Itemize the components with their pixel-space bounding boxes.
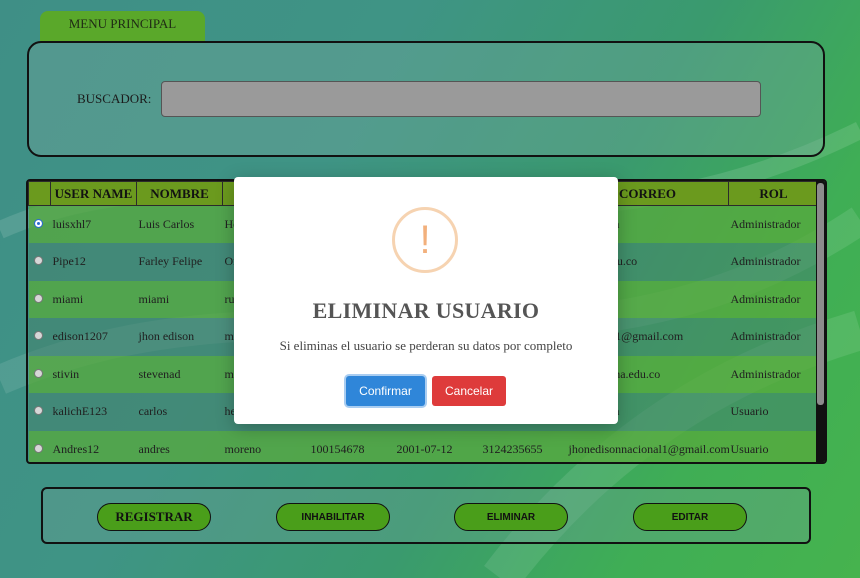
actions-panel: REGISTRAR INHABILITAR ELIMINAR EDITAR bbox=[41, 487, 811, 544]
row-select-radio[interactable] bbox=[33, 406, 43, 416]
cell-col-6: 3124235655 bbox=[480, 430, 567, 462]
header-nombre: NOMBRE bbox=[136, 181, 223, 206]
cell-user-name: luisxhl7 bbox=[50, 205, 137, 243]
cell-nombre: Luis Carlos bbox=[136, 205, 223, 243]
menu-principal-tab[interactable]: MENU PRINCIPAL bbox=[40, 11, 205, 41]
cell-user-name: Andres12 bbox=[50, 430, 137, 462]
search-input[interactable] bbox=[161, 81, 761, 117]
search-label: BUSCADOR: bbox=[77, 91, 152, 106]
cell-col-5: 2001-07-12 bbox=[394, 430, 481, 462]
table-scrollbar[interactable] bbox=[816, 181, 825, 462]
row-select-radio[interactable] bbox=[33, 219, 43, 228]
row-select-radio[interactable] bbox=[33, 331, 43, 341]
cell-rol: Administrador bbox=[728, 355, 819, 393]
cell-nombre: andres bbox=[136, 430, 223, 462]
scrollbar-thumb[interactable] bbox=[817, 183, 824, 405]
cell-user-name: edison1207 bbox=[50, 318, 137, 356]
delete-user-dialog: ! ELIMINAR USUARIO Si eliminas el usuari… bbox=[234, 177, 618, 424]
edit-button[interactable]: EDITAR bbox=[633, 503, 747, 531]
cell-rol: Administrador bbox=[728, 280, 819, 318]
cell-rol: Administrador bbox=[728, 243, 819, 281]
row-select-radio[interactable] bbox=[33, 293, 43, 303]
warning-icon: ! bbox=[392, 207, 458, 273]
register-button[interactable]: REGISTRAR bbox=[97, 503, 211, 531]
cell-user-name: Pipe12 bbox=[50, 243, 137, 281]
table-row[interactable]: Andres12 andres moreno 100154678 2001-07… bbox=[28, 430, 819, 462]
cell-rol: Administrador bbox=[728, 205, 819, 243]
disable-button[interactable]: INHABILITAR bbox=[276, 503, 390, 531]
cell-nombre: jhon edison bbox=[136, 318, 223, 356]
row-select-radio[interactable] bbox=[33, 368, 43, 378]
cancel-button[interactable]: Cancelar bbox=[432, 376, 506, 406]
cell-nombre: Farley Felipe bbox=[136, 243, 223, 281]
header-rol: ROL bbox=[728, 181, 819, 206]
cell-rol: Usuario bbox=[728, 393, 819, 431]
cell-user-name: miami bbox=[50, 280, 137, 318]
confirm-button[interactable]: Confirmar bbox=[346, 376, 425, 406]
cell-rol: Usuario bbox=[728, 430, 819, 462]
cell-col-4: 100154678 bbox=[308, 430, 395, 462]
cell-col-3: moreno bbox=[222, 430, 309, 462]
cell-user-name: kalichE123 bbox=[50, 393, 137, 431]
search-panel: BUSCADOR: bbox=[27, 41, 825, 157]
cell-rol: Administrador bbox=[728, 318, 819, 356]
cell-nombre: miami bbox=[136, 280, 223, 318]
header-select bbox=[28, 181, 51, 206]
header-user-name: USER NAME bbox=[50, 181, 137, 206]
row-select-radio[interactable] bbox=[33, 256, 43, 266]
delete-button[interactable]: ELIMINAR bbox=[454, 503, 568, 531]
cell-correo: jhonedisonnacional1@gmail.com bbox=[566, 430, 729, 462]
dialog-message: Si eliminas el usuario se perderan su da… bbox=[279, 338, 573, 353]
row-select-radio[interactable] bbox=[33, 443, 43, 453]
cell-user-name: stivin bbox=[50, 355, 137, 393]
cell-nombre: carlos bbox=[136, 393, 223, 431]
dialog-title: ELIMINAR USUARIO bbox=[312, 298, 540, 323]
cell-nombre: stevenad bbox=[136, 355, 223, 393]
